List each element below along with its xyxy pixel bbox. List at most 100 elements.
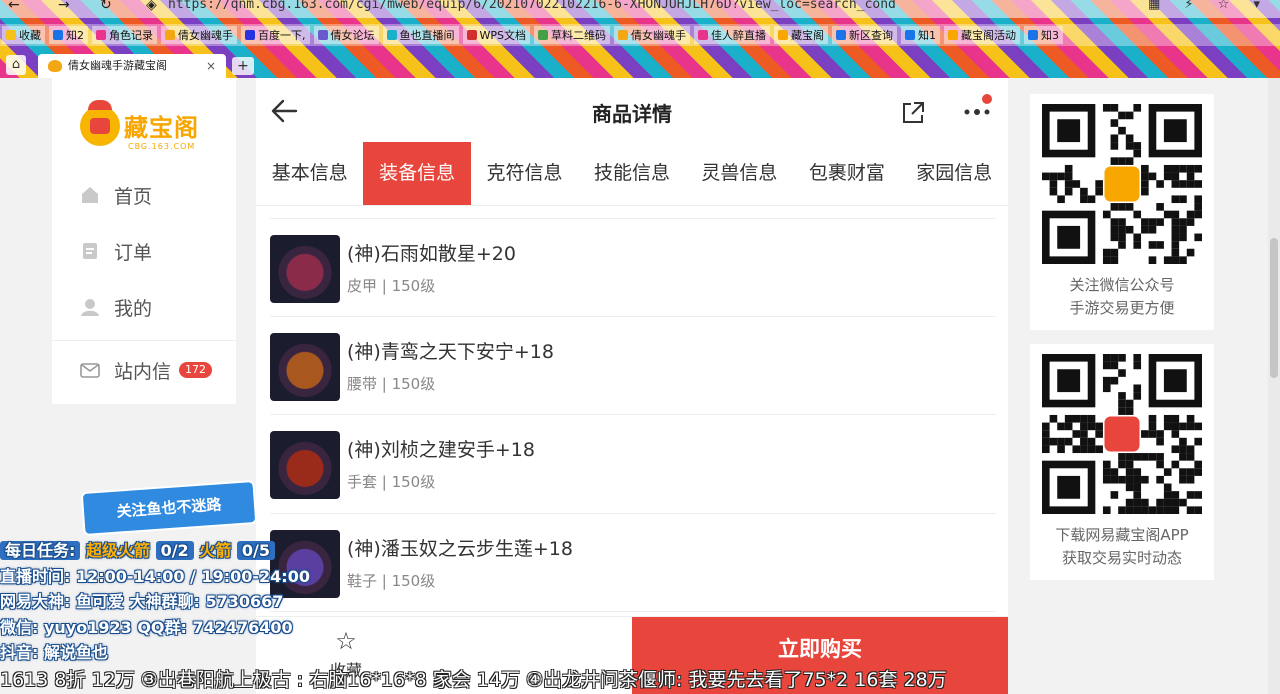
bookmark-item[interactable]: 新区查询 — [832, 26, 897, 44]
sidebar-item-label: 首页 — [114, 185, 153, 208]
logo-subtext: CBG.163.COM — [128, 142, 196, 151]
tab-1[interactable]: 装备信息 — [363, 142, 471, 205]
bookmark-item[interactable]: 鱼也直播间 — [382, 26, 459, 44]
bookmark-favicon-icon — [618, 30, 628, 40]
new-tab-button[interactable]: + — [232, 57, 254, 75]
product-detail-panel: 商品详情 基本信息 装备信息 克符信息 技能信息 灵兽信息 包裹财富 家园信息 (神)石雨如… — [256, 78, 1008, 694]
equipment-row[interactable]: (神)刘桢之建安手+18 手套 | 150级 — [270, 415, 996, 514]
task-1-name: 超级火箭 — [85, 541, 150, 560]
bookmark-favicon-icon — [948, 30, 958, 40]
url-text[interactable]: https://qnm.cbg.163.com/cgi/mweb/equip/6… — [168, 0, 896, 12]
bookmark-item[interactable]: 角色记录 — [92, 26, 157, 44]
wechat-qr-icon[interactable] — [1042, 104, 1202, 264]
bookmark-item[interactable]: 草料二维码 — [534, 26, 610, 44]
task-label: 每日任务: — [0, 541, 81, 560]
logo-text: 藏宝阁 — [124, 114, 199, 142]
tab-2[interactable]: 克符信息 — [471, 142, 578, 205]
tab-3[interactable]: 技能信息 — [578, 142, 685, 205]
equipment-type-level: 皮甲 | 150级 — [347, 277, 436, 295]
equipment-row[interactable]: (神)潘玉奴之云步生莲+18 鞋子 | 150级 — [270, 514, 996, 612]
bookmark-label: 藏宝阁活动 — [961, 29, 1016, 42]
scrollbar-thumb[interactable] — [1270, 238, 1278, 378]
sidebar: 藏宝阁 CBG.163.COM 首页 订单 我的 站内信 172 — [52, 78, 236, 404]
bookmark-favicon-icon — [317, 30, 328, 40]
bookmark-label: 佳人醉直播 — [711, 29, 766, 42]
bookmark-label: 藏宝阁 — [791, 29, 824, 42]
douyin-line: 抖音: 解说鱼也 — [0, 643, 108, 662]
bookmark-item[interactable]: 收藏 — [2, 26, 45, 44]
browser-tab[interactable]: 倩女幽魂手游藏宝阁 × — [38, 54, 226, 78]
forward-nav-icon[interactable]: → — [58, 0, 70, 12]
god-line: 网易大神: 鱼可爱 大神群聊: 5730667 — [0, 592, 284, 611]
tab-6[interactable]: 家园信息 — [901, 142, 1008, 205]
bookmark-item[interactable]: 知3 — [1024, 26, 1063, 44]
task-2-count: 0/5 — [236, 541, 275, 560]
bookmark-favicon-icon — [538, 30, 548, 40]
tab-5[interactable]: 包裹财富 — [793, 142, 900, 205]
equipment-list: (神)石雨如散星+20 皮甲 | 150级 (神)青鸾之天下安宁+18 腰带 | 15… — [270, 218, 996, 612]
browser-right-icons[interactable]: ▦ ⚡ ☆ ▾ — [1148, 0, 1270, 12]
sidebar-item-label: 我的 — [114, 297, 153, 320]
sidebar-item-home[interactable]: 首页 — [80, 180, 152, 210]
more-menu-icon[interactable] — [962, 94, 992, 126]
secure-shield-icon: ◈ — [146, 0, 157, 13]
stream-ticker: 1613 8折 12万 ③出巷阳航上极古 : 右脑16*16*8 家会 14万 … — [0, 669, 947, 691]
equipment-type-level: 鞋子 | 150级 — [347, 571, 436, 590]
bookmark-item[interactable]: WPS文档 — [462, 26, 530, 44]
bookmark-item[interactable]: 佳人醉直播 — [694, 26, 770, 44]
bookmark-label: 倩女幽魂手 — [631, 29, 686, 42]
cbg-logo[interactable]: 藏宝阁 CBG.163.COM — [80, 100, 220, 156]
sidebar-item-label: 站内信 — [114, 360, 172, 383]
home-icon — [82, 187, 98, 203]
bookmarks-bar: 收藏 知2 角色记录 倩女幽魂手 百度一下, 倩女论坛 鱼也直播间 WPS文档 草料二维码 倩女幽… — [0, 24, 1280, 46]
app-qr-icon[interactable] — [1042, 354, 1202, 514]
bookmark-item[interactable]: 百度一下, — [241, 26, 310, 44]
bookmark-item[interactable]: 倩女幽魂手 — [161, 26, 237, 44]
share-icon[interactable] — [900, 100, 926, 126]
reload-icon[interactable]: ↻ — [100, 0, 112, 12]
bookmark-label: WPS文档 — [479, 29, 527, 42]
bookmark-item[interactable]: 知1 — [901, 26, 940, 44]
equipment-name: (神)刘桢之建安手+18 — [347, 439, 535, 461]
sidebar-item-mine[interactable]: 我的 — [80, 292, 152, 322]
sidebar-item-label: 订单 — [114, 241, 153, 264]
address-bar[interactable]: ← → ↻ ◈ https://qnm.cbg.163.com/cgi/mweb… — [0, 0, 1280, 18]
logo-bag-icon — [80, 106, 120, 146]
page-scrollbar[interactable] — [1268, 78, 1280, 694]
wechat-qr-card: 关注微信公众号 手游交易更方便 — [1030, 94, 1214, 330]
logo-bow-icon — [88, 100, 112, 110]
bookmark-label: 知2 — [66, 29, 84, 42]
home-button[interactable]: ⌂ — [6, 55, 26, 75]
order-icon — [83, 243, 97, 259]
bookmark-favicon-icon — [245, 30, 255, 40]
bookmark-item[interactable]: 知2 — [49, 26, 88, 44]
task-1-count: 0/2 — [155, 541, 194, 560]
sidebar-item-orders[interactable]: 订单 — [80, 236, 152, 266]
bookmark-item[interactable]: 倩女幽魂手 — [614, 26, 690, 44]
bookmark-favicon-icon — [53, 30, 63, 40]
star-icon: ☆ — [335, 627, 357, 655]
bookmark-favicon-icon — [386, 30, 397, 40]
equipment-row[interactable]: (神)青鸾之天下安宁+18 腰带 | 150级 — [270, 317, 996, 415]
bookmark-favicon-icon — [905, 30, 915, 40]
sidebar-item-messages[interactable]: 站内信 172 — [80, 355, 213, 385]
bookmark-label: 知1 — [918, 29, 936, 42]
tab-close-icon[interactable]: × — [206, 54, 216, 78]
user-icon — [81, 299, 99, 316]
dots-icon — [964, 109, 990, 115]
bookmark-label: 草料二维码 — [551, 29, 606, 42]
detail-tabs: 基本信息 装备信息 克符信息 技能信息 灵兽信息 包裹财富 家园信息 — [256, 142, 1008, 206]
bookmark-item[interactable]: 倩女论坛 — [313, 26, 379, 44]
tab-0[interactable]: 基本信息 — [256, 142, 363, 205]
equipment-row[interactable]: (神)石雨如散星+20 皮甲 | 150级 — [270, 218, 996, 317]
bookmark-item[interactable]: 藏宝阁 — [774, 26, 828, 44]
tab-4[interactable]: 灵兽信息 — [686, 142, 793, 205]
bookmark-favicon-icon — [96, 30, 106, 40]
back-nav-icon[interactable]: ← — [8, 0, 20, 12]
mail-icon — [80, 363, 100, 378]
bookmark-item[interactable]: 藏宝阁活动 — [944, 26, 1020, 44]
bookmark-label: 收藏 — [19, 29, 41, 42]
bookmark-favicon-icon — [778, 30, 788, 40]
detail-header: 商品详情 — [256, 78, 1008, 144]
bookmark-label: 百度一下, — [258, 29, 306, 42]
